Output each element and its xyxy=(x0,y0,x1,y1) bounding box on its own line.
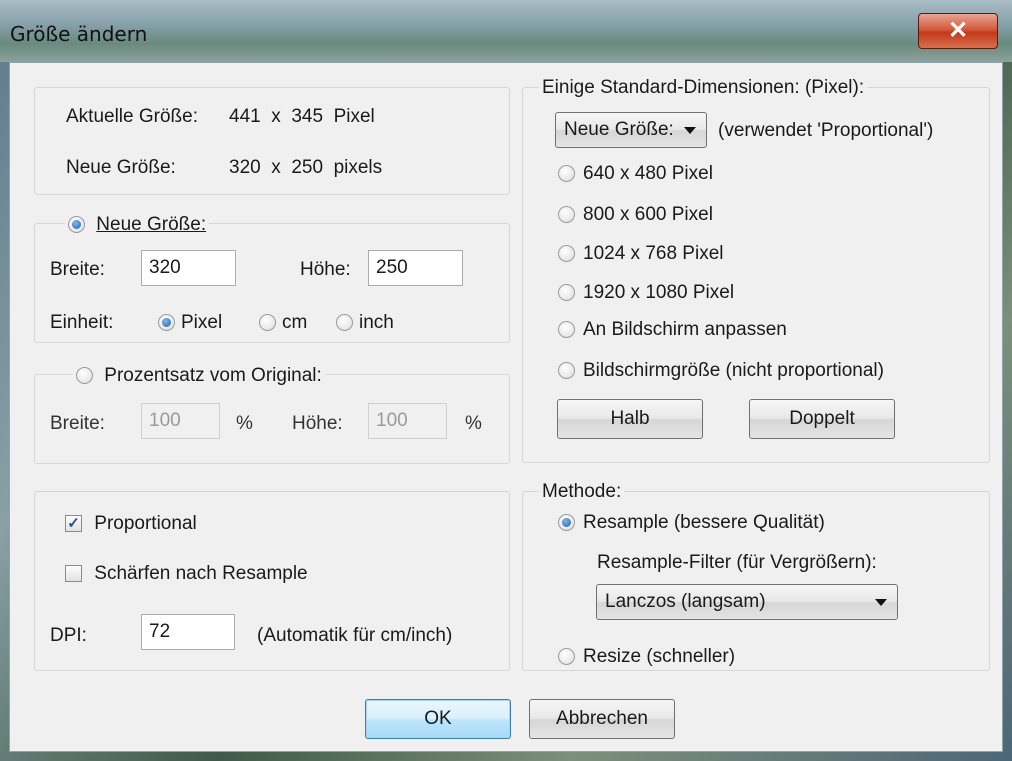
standard-size-dropdown-value: Neue Größe: xyxy=(564,119,674,140)
preset-800-radio[interactable] xyxy=(558,206,575,224)
proportional-label: Proportional xyxy=(94,513,197,534)
percent-height-field[interactable]: 100 xyxy=(368,403,447,439)
dpi-label: DPI: xyxy=(50,625,87,646)
preset-1920-option[interactable]: 1920 x 1080 Pixel xyxy=(558,282,734,304)
double-button[interactable]: Doppelt xyxy=(749,399,895,439)
percent-width-unit: % xyxy=(236,413,253,434)
preset-fit-screen-option[interactable]: An Bildschirm anpassen xyxy=(558,319,787,341)
half-button[interactable]: Halb xyxy=(557,399,703,439)
width-field[interactable]: 320 xyxy=(141,250,236,286)
preset-fit-screen-radio[interactable] xyxy=(558,321,575,339)
dpi-field[interactable]: 72 xyxy=(141,614,235,650)
preset-fit-screen-label: An Bildschirm anpassen xyxy=(583,319,787,340)
percent-radio[interactable] xyxy=(76,367,93,385)
proportional-option[interactable]: ✓ Proportional xyxy=(65,513,197,535)
close-button[interactable]: ✕ xyxy=(918,13,998,49)
resize-option[interactable]: Resize (schneller) xyxy=(558,646,735,668)
resample-filter-value: Lanczos (langsam) xyxy=(605,591,766,612)
unit-pixel-radio[interactable] xyxy=(158,314,175,332)
unit-pixel-option[interactable]: Pixel xyxy=(158,312,222,334)
dpi-note: (Automatik für cm/inch) xyxy=(257,625,453,646)
unit-inch-radio[interactable] xyxy=(336,314,353,332)
preset-800-label: 800 x 600 Pixel xyxy=(583,204,713,225)
method-title: Methode: xyxy=(539,481,625,503)
sharpen-option[interactable]: Schärfen nach Resample xyxy=(65,563,308,585)
height-label: Höhe: xyxy=(300,259,351,280)
width-label: Breite: xyxy=(50,259,105,280)
preset-1920-label: 1920 x 1080 Pixel xyxy=(583,282,735,303)
unit-inch-option[interactable]: inch xyxy=(336,312,394,334)
unit-cm-label: cm xyxy=(282,312,308,333)
percent-height-unit: % xyxy=(465,413,482,434)
standard-size-dropdown[interactable]: Neue Größe: xyxy=(555,112,707,148)
dropdown-note: (verwendet 'Proportional') xyxy=(718,120,934,141)
preset-1920-radio[interactable] xyxy=(558,284,575,302)
percent-height-label: Höhe: xyxy=(292,413,343,434)
unit-cm-radio[interactable] xyxy=(259,314,276,332)
resize-label: Resize (schneller) xyxy=(583,646,736,667)
preset-1024-radio[interactable] xyxy=(558,245,575,263)
height-field[interactable]: 250 xyxy=(368,250,463,286)
preset-screen-size-label: Bildschirmgröße (nicht proportional) xyxy=(583,360,884,381)
chevron-down-icon xyxy=(684,127,696,134)
close-icon: ✕ xyxy=(947,17,969,44)
window-title: Größe ändern xyxy=(10,22,148,46)
preset-screen-size-radio[interactable] xyxy=(558,362,575,380)
preset-640-option[interactable]: 640 x 480 Pixel xyxy=(558,163,713,185)
new-size-label: Neue Größe: xyxy=(66,157,176,178)
sharpen-label: Schärfen nach Resample xyxy=(94,563,308,584)
chevron-down-icon xyxy=(875,599,887,606)
new-size-radio-label: Neue Größe: xyxy=(96,214,207,235)
preset-640-label: 640 x 480 Pixel xyxy=(583,163,713,184)
proportional-checkbox[interactable]: ✓ xyxy=(65,515,82,533)
preset-1024-option[interactable]: 1024 x 768 Pixel xyxy=(558,243,724,265)
resample-option[interactable]: Resample (bessere Qualität) xyxy=(558,512,825,534)
preset-1024-label: 1024 x 768 Pixel xyxy=(583,243,724,264)
resize-radio[interactable] xyxy=(558,648,575,666)
resample-label: Resample (bessere Qualität) xyxy=(583,512,825,533)
unit-label: Einheit: xyxy=(50,312,114,333)
percent-width-field[interactable]: 100 xyxy=(141,403,220,439)
unit-cm-option[interactable]: cm xyxy=(259,312,307,334)
current-size-label: Aktuelle Größe: xyxy=(66,106,198,127)
preset-screen-size-option[interactable]: Bildschirmgröße (nicht proportional) xyxy=(558,360,884,382)
percent-radio-row[interactable]: Prozentsatz vom Original: xyxy=(73,365,325,387)
title-bar: Größe ändern ✕ xyxy=(0,0,1012,62)
sharpen-checkbox[interactable] xyxy=(65,565,82,583)
preset-800-option[interactable]: 800 x 600 Pixel xyxy=(558,204,713,226)
cancel-button[interactable]: Abbrechen xyxy=(529,699,675,739)
new-size-radio-row[interactable]: Neue Größe: xyxy=(65,214,210,236)
percent-radio-label: Prozentsatz vom Original: xyxy=(104,365,322,386)
resample-filter-dropdown[interactable]: Lanczos (langsam) xyxy=(596,584,898,620)
new-size-radio[interactable] xyxy=(68,216,85,234)
standard-dimensions-title: Einige Standard-Dimensionen: (Pixel): xyxy=(539,77,868,99)
current-size-value: 441 x 345 Pixel xyxy=(229,106,375,127)
resample-filter-label: Resample-Filter (für Vergrößern): xyxy=(597,552,877,573)
unit-inch-label: inch xyxy=(359,312,394,333)
dialog-body: Aktuelle Größe: 441 x 345 Pixel Neue Grö… xyxy=(9,62,1003,752)
preset-640-radio[interactable] xyxy=(558,165,575,183)
new-size-value: 320 x 250 pixels xyxy=(229,157,383,178)
percent-width-label: Breite: xyxy=(50,413,105,434)
resample-radio[interactable] xyxy=(558,514,575,532)
ok-button[interactable]: OK xyxy=(365,699,511,739)
unit-pixel-label: Pixel xyxy=(181,312,223,333)
